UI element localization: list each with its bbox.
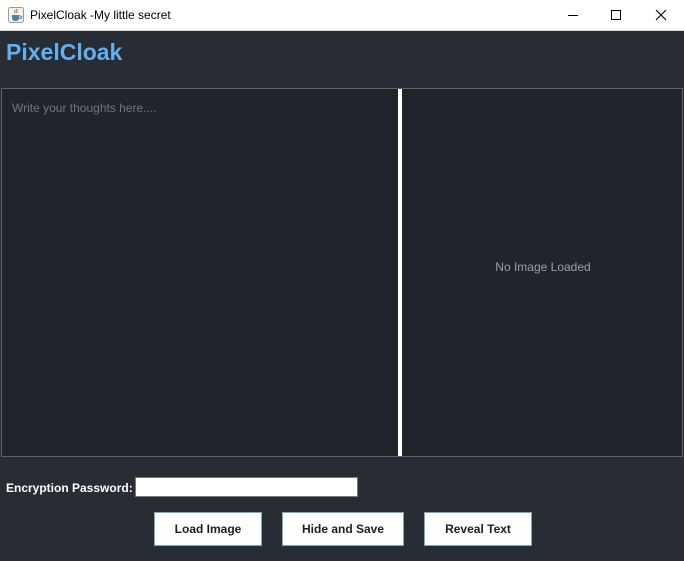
maximize-button[interactable]	[593, 0, 639, 30]
image-status-label: No Image Loaded	[495, 260, 591, 274]
split-divider-handle[interactable]	[398, 89, 402, 456]
reveal-text-button[interactable]: Reveal Text	[424, 512, 532, 546]
close-button[interactable]	[638, 0, 684, 30]
app-window: PixelCloak -My little secret PixelCloak …	[0, 0, 684, 561]
hide-and-save-button[interactable]: Hide and Save	[282, 512, 404, 546]
minimize-icon	[567, 9, 579, 21]
load-image-button[interactable]: Load Image	[154, 512, 262, 546]
password-label: Encryption Password:	[6, 481, 133, 495]
maximize-icon	[610, 9, 622, 21]
password-input[interactable]	[135, 477, 358, 497]
minimize-button[interactable]	[550, 0, 596, 30]
window-title: PixelCloak -My little secret	[30, 8, 171, 22]
split-pane: No Image Loaded	[1, 88, 683, 457]
java-cup-icon[interactable]	[8, 7, 24, 23]
app-title: PixelCloak	[6, 39, 123, 65]
text-pane	[2, 89, 396, 456]
split-divider[interactable]	[396, 89, 404, 456]
title-bar[interactable]: PixelCloak -My little secret	[0, 0, 684, 31]
close-icon	[655, 9, 667, 21]
thoughts-text-area[interactable]	[2, 89, 396, 456]
image-preview-pane: No Image Loaded	[404, 89, 682, 456]
